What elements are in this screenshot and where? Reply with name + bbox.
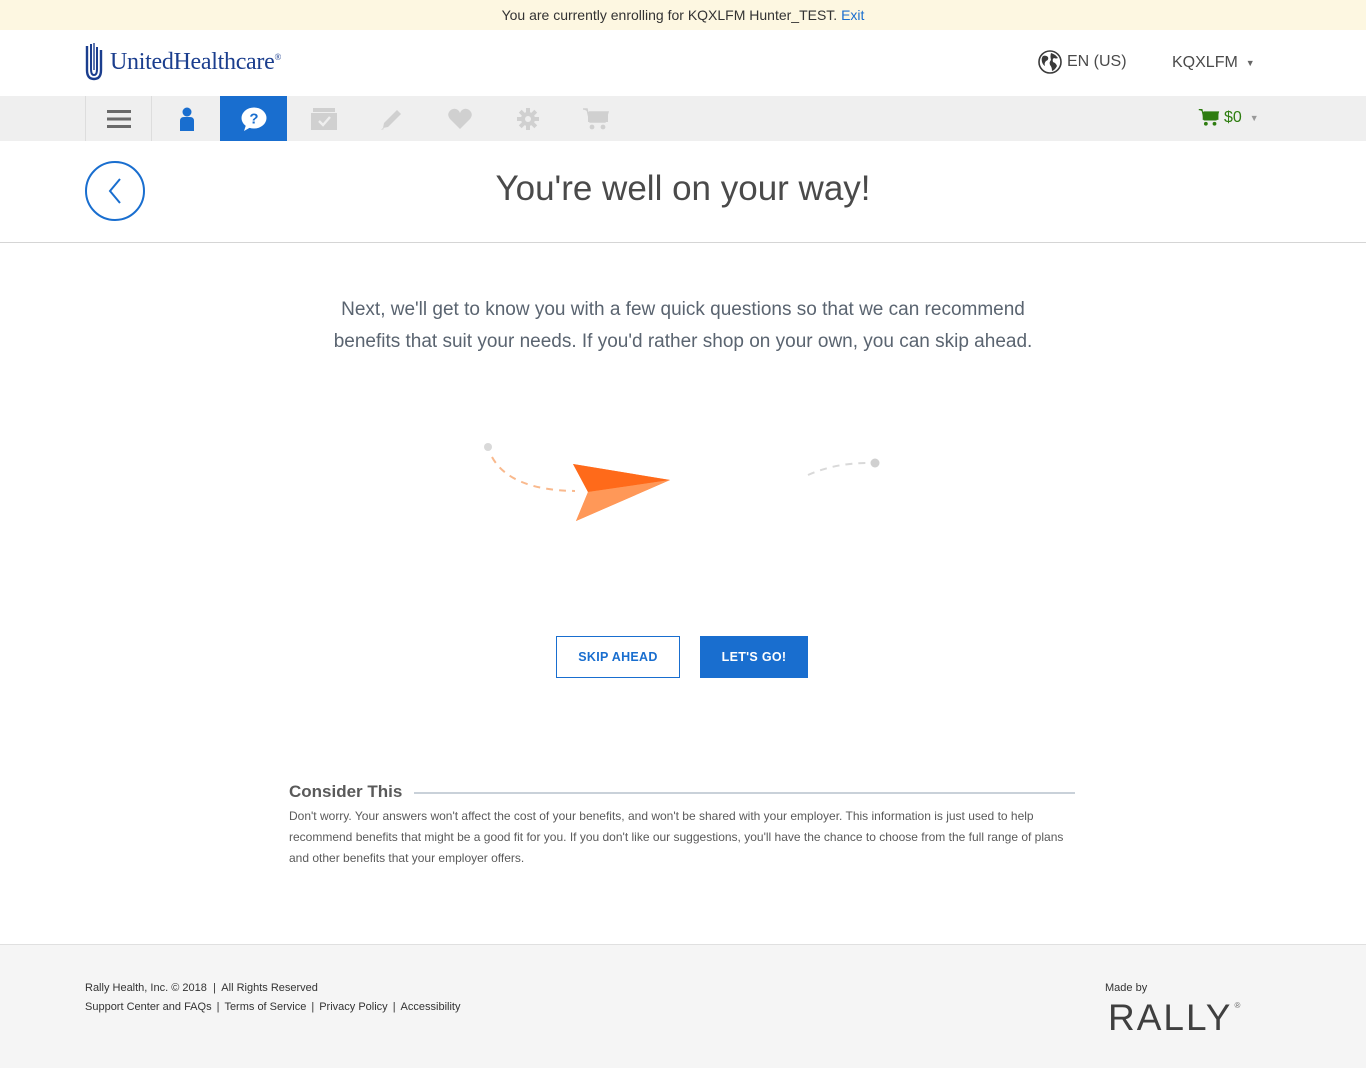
language-selector[interactable]: EN (US)	[1038, 50, 1127, 74]
page-title: You're well on your way!	[495, 169, 871, 208]
enrollment-banner-text: You are currently enrolling for KQXLFM H…	[501, 7, 838, 23]
chevron-down-icon: ▼	[1245, 58, 1255, 68]
uhc-logo-icon	[85, 43, 103, 81]
footer-link-support[interactable]: Support Center and FAQs	[85, 1001, 212, 1013]
nav-menu[interactable]	[85, 96, 152, 141]
menu-icon	[106, 109, 131, 128]
consider-this-header: Consider This	[289, 782, 1075, 802]
user-menu[interactable]: KQXLFM ▼	[1172, 54, 1255, 72]
consider-this-section: Consider This Don't worry. Your answers …	[289, 782, 1075, 869]
language-label: EN (US)	[1067, 53, 1127, 70]
footer-links: Support Center and FAQs | Terms of Servi…	[85, 1001, 460, 1013]
footer-link-privacy[interactable]: Privacy Policy	[319, 1001, 387, 1013]
intro-text: Next, we'll get to know you with a few q…	[333, 299, 1033, 352]
rally-logo[interactable]: RALLY ®	[1108, 997, 1240, 1039]
person-icon	[179, 107, 194, 131]
divider	[414, 792, 1075, 794]
enrollment-banner: You are currently enrolling for KQXLFM H…	[0, 0, 1366, 30]
copyright-text: Rally Health, Inc. © 2018 | All Rights R…	[85, 982, 318, 994]
rally-brand-text: RALLY	[1108, 997, 1233, 1038]
lets-go-button[interactable]: LET'S GO!	[700, 636, 808, 678]
cart-icon	[582, 107, 609, 129]
svg-text:?: ?	[249, 110, 258, 127]
nav-settings[interactable]	[494, 96, 561, 141]
globe-icon	[1038, 50, 1062, 74]
unitedhealthcare-logo[interactable]: UnitedHealthcare®	[84, 42, 281, 82]
nav-profile[interactable]	[153, 96, 220, 141]
made-by-label: Made by	[1105, 982, 1148, 994]
nav-questions[interactable]: ?	[220, 96, 287, 141]
title-bar: You're well on your way!	[0, 141, 1366, 243]
nav-cart[interactable]	[562, 96, 629, 141]
link-separator: |	[216, 1001, 220, 1013]
footer-link-accessibility[interactable]: Accessibility	[401, 1001, 461, 1013]
exit-link[interactable]: Exit	[841, 7, 864, 23]
pencil-icon	[380, 109, 401, 130]
skip-ahead-button[interactable]: SKIP AHEAD	[556, 636, 680, 678]
cart-amount: $0	[1224, 108, 1242, 126]
consider-this-body: Don't worry. Your answers won't affect t…	[289, 809, 1064, 865]
link-separator: |	[392, 1001, 396, 1013]
folder-check-icon	[310, 107, 337, 130]
heart-icon	[447, 108, 472, 129]
consider-this-title: Consider This	[289, 782, 403, 801]
link-separator: |	[311, 1001, 315, 1013]
nav-edit[interactable]	[358, 96, 425, 141]
gear-icon	[516, 107, 539, 130]
main-nav: ? $0 ▼	[0, 96, 1366, 141]
nav-favorites[interactable]	[426, 96, 493, 141]
chevron-down-icon: ▼	[1249, 112, 1259, 123]
paper-plane-illustration	[470, 430, 900, 540]
nav-documents[interactable]	[290, 96, 357, 141]
footer-link-terms[interactable]: Terms of Service	[224, 1001, 306, 1013]
header: UnitedHealthcare® EN (US) KQXLFM ▼	[0, 30, 1366, 96]
user-name: KQXLFM	[1172, 54, 1238, 71]
cart-icon	[1198, 109, 1220, 126]
question-chat-icon: ?	[241, 107, 266, 131]
logo-text: UnitedHealthcare®	[110, 48, 281, 75]
footer: Rally Health, Inc. © 2018 | All Rights R…	[0, 944, 1366, 1068]
cart-summary[interactable]: $0 ▼	[1198, 108, 1259, 127]
registered-mark: ®	[1234, 1001, 1241, 1010]
